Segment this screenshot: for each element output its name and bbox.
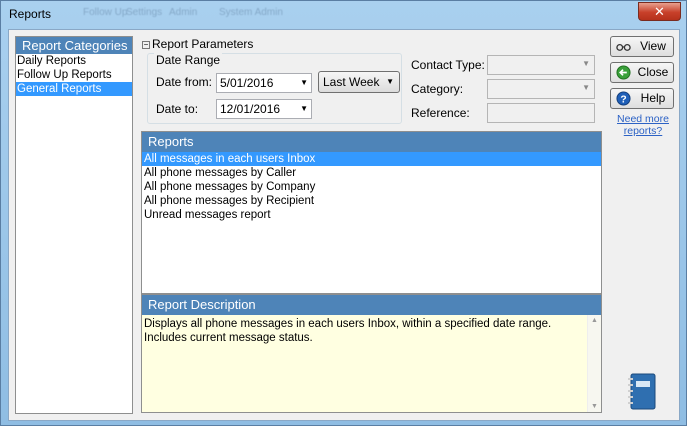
report-item-by-recipient[interactable]: All phone messages by Recipient: [142, 194, 601, 208]
date-from-label: Date from:: [156, 75, 213, 89]
reports-window: Reports Follow Up Settings Admin System …: [0, 0, 687, 426]
date-to-value: 12/01/2016: [220, 102, 281, 116]
window-close-button[interactable]: ✕: [638, 2, 681, 21]
help-icon: ?: [616, 91, 631, 106]
dialog-client-area: Report Categories Daily Reports Follow U…: [8, 29, 680, 421]
ghost-tab-follow-up: Follow Up: [83, 7, 128, 18]
scroll-down-icon[interactable]: ▼: [591, 403, 598, 410]
contact-type-combo[interactable]: ▼: [487, 55, 595, 75]
close-button-label: Close: [637, 65, 669, 79]
reports-header: Reports: [142, 132, 601, 152]
collapse-icon[interactable]: −: [142, 41, 150, 49]
chevron-down-icon[interactable]: ▼: [582, 59, 590, 68]
ghost-tab-settings: Settings: [126, 7, 163, 18]
title-bar[interactable]: Reports Follow Up Settings Admin System …: [1, 1, 686, 27]
date-preset-dropdown[interactable]: Last Week ▼: [318, 71, 400, 93]
report-parameters-label: Report Parameters: [152, 37, 254, 51]
chevron-down-icon[interactable]: ▼: [300, 74, 308, 92]
report-categories-panel: Report Categories Daily Reports Follow U…: [15, 36, 133, 414]
chevron-down-icon[interactable]: ▼: [582, 83, 590, 92]
category-item-follow-up-reports[interactable]: Follow Up Reports: [16, 68, 132, 82]
back-arrow-icon: [616, 65, 631, 80]
chevron-down-icon[interactable]: ▼: [386, 72, 394, 92]
view-button-label: View: [640, 39, 666, 53]
ghost-tab-system-admin: System Admin: [219, 7, 283, 18]
date-from-value: 5/01/2016: [220, 76, 274, 90]
date-preset-value: Last Week: [323, 75, 380, 89]
date-to-label: Date to:: [156, 102, 199, 116]
need-more-reports-link[interactable]: Need more reports?: [615, 113, 671, 137]
help-button-label: Help: [640, 91, 666, 105]
report-item-unread-messages[interactable]: Unread messages report: [142, 208, 601, 222]
view-button[interactable]: View: [610, 36, 674, 57]
report-description-panel: Report Description Displays all phone me…: [141, 294, 602, 413]
report-item-all-messages-inbox[interactable]: All messages in each users Inbox: [142, 152, 601, 166]
report-item-by-company[interactable]: All phone messages by Company: [142, 180, 601, 194]
report-item-by-caller[interactable]: All phone messages by Caller: [142, 166, 601, 180]
category-label: Category:: [411, 82, 464, 96]
chevron-down-icon[interactable]: ▼: [300, 100, 308, 118]
date-to-picker[interactable]: 12/01/2016 ▼: [216, 99, 312, 119]
category-item-general-reports[interactable]: General Reports: [16, 82, 132, 96]
reference-label: Reference:: [411, 106, 470, 120]
date-from-picker[interactable]: 5/01/2016 ▼: [216, 73, 312, 93]
reports-panel: Reports All messages in each users Inbox…: [141, 131, 602, 294]
close-button[interactable]: Close: [610, 62, 674, 83]
scroll-up-icon[interactable]: ▲: [591, 317, 598, 324]
category-item-daily-reports[interactable]: Daily Reports: [16, 54, 132, 68]
report-description-text: Displays all phone messages in each user…: [142, 315, 601, 412]
glasses-icon: [616, 43, 631, 51]
window-title: Reports: [9, 7, 52, 21]
date-range-legend: Date Range: [154, 53, 223, 67]
notebook-icon: [628, 373, 656, 410]
reference-field[interactable]: [487, 103, 595, 123]
contact-type-label: Contact Type:: [411, 58, 485, 72]
report-parameters-section[interactable]: − Report Parameters: [142, 37, 253, 51]
report-categories-header: Report Categories: [16, 37, 132, 54]
ghost-tab-admin: Admin: [169, 7, 198, 18]
description-scrollbar[interactable]: ▲ ▼: [587, 315, 601, 412]
date-range-group: Date Range Date from: 5/01/2016 ▼ Last W…: [147, 53, 402, 124]
help-button[interactable]: ? Help: [610, 88, 674, 109]
category-combo[interactable]: ▼: [487, 79, 595, 99]
report-description-header: Report Description: [142, 295, 601, 315]
svg-text:?: ?: [620, 94, 626, 105]
